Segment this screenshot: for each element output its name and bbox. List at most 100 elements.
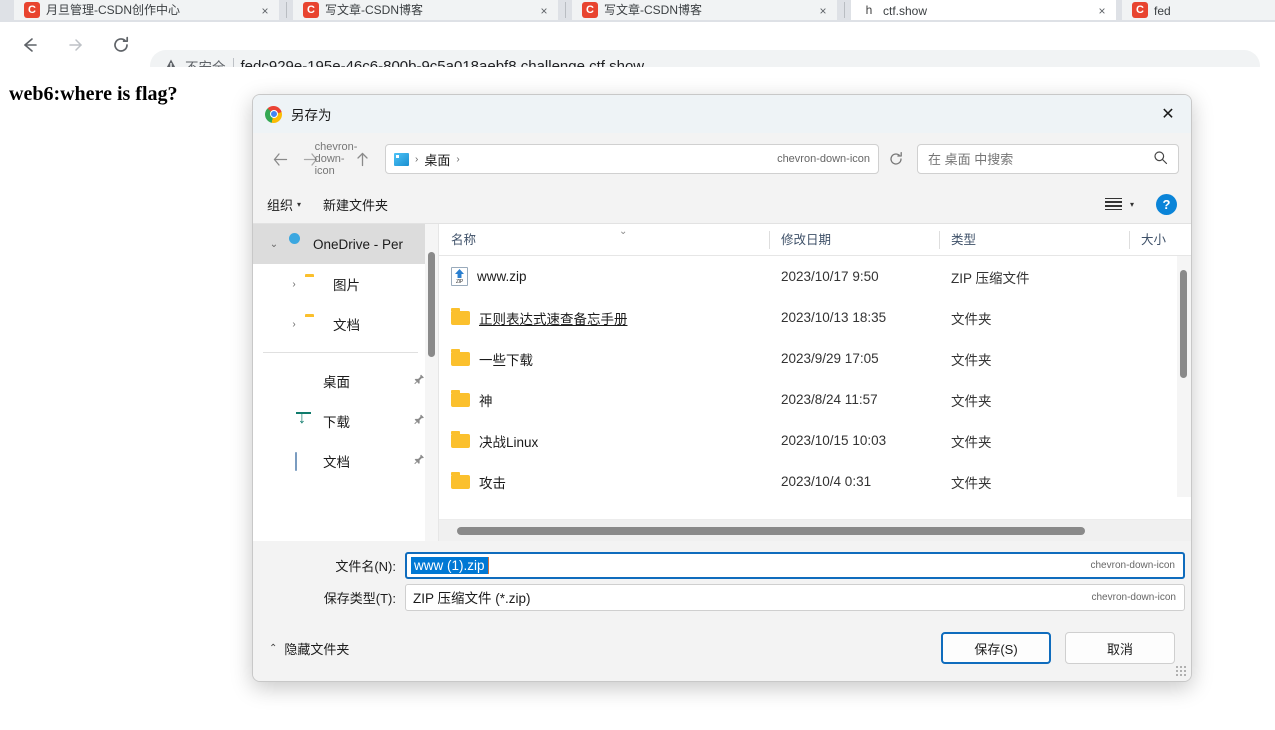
close-icon[interactable]: × <box>1096 4 1108 18</box>
file-name-cell[interactable]: 攻击 <box>439 471 769 492</box>
file-list-vertical-scrollbar[interactable] <box>1177 256 1191 497</box>
forward-button[interactable] <box>58 28 92 62</box>
sidebar-scrollbar-thumb[interactable] <box>428 252 435 357</box>
table-row[interactable]: 决战Linux 2023/10/15 10:03 文件夹 <box>439 420 1191 461</box>
organize-button[interactable]: 组织 ▾ <box>267 195 301 214</box>
table-row[interactable]: www.zip 2023/10/17 9:50 ZIP 压缩文件 <box>439 256 1191 297</box>
file-name-cell[interactable]: www.zip <box>439 267 769 286</box>
sidebar-item-partial[interactable] <box>253 481 438 521</box>
file-list-horizontal-scrollbar-thumb[interactable] <box>457 527 1085 535</box>
text-caret <box>487 556 490 574</box>
chevron-right-icon[interactable]: › <box>283 279 305 290</box>
search-input[interactable] <box>928 151 1153 167</box>
sidebar-item-pictures[interactable]: › 图片 <box>253 264 438 304</box>
csdn-favicon-icon <box>303 2 319 18</box>
browser-tab[interactable]: fed <box>1122 0 1275 20</box>
chevron-down-icon[interactable]: chevron-down-icon <box>1092 592 1177 603</box>
save-button[interactable]: 保存(S) <box>941 632 1051 664</box>
browser-tab[interactable]: 写文章-CSDN博客 × <box>293 0 558 20</box>
csdn-favicon-icon <box>1132 2 1148 18</box>
back-arrow-icon <box>24 37 37 52</box>
file-list-vertical-scrollbar-thumb[interactable] <box>1180 270 1187 378</box>
chevron-right-icon[interactable]: › <box>283 319 305 330</box>
close-icon[interactable]: × <box>538 4 550 18</box>
file-type: 文件夹 <box>951 434 992 450</box>
desktop-icon <box>295 493 317 509</box>
chevron-down-icon[interactable]: ▾ <box>1130 200 1134 209</box>
file-type: ZIP 压缩文件 <box>951 270 1030 286</box>
browser-tab[interactable]: 写文章-CSDN博客 × <box>572 0 837 20</box>
browser-tab-active[interactable]: ctf.show × <box>851 0 1116 20</box>
sidebar-item-documents-onedrive[interactable]: › 文档 <box>253 304 438 344</box>
help-button[interactable]: ? <box>1156 193 1177 215</box>
filename-row: 文件名(N): www (1).zip chevron-down-icon <box>253 551 1191 579</box>
file-name-cell[interactable]: 正则表达式速查备忘手册 <box>439 307 769 328</box>
chevron-down-icon[interactable]: chevron-down-icon <box>777 153 870 165</box>
reload-button[interactable] <box>104 28 138 62</box>
sidebar-item-documents[interactable]: 文档 <box>253 441 438 481</box>
tab-divider <box>286 2 287 18</box>
tab-divider <box>844 2 845 18</box>
table-row[interactable]: 攻击 2023/10/4 0:31 文件夹 <box>439 461 1191 502</box>
up-button[interactable] <box>347 144 377 174</box>
sidebar-divider <box>263 352 418 353</box>
file-list-body[interactable]: www.zip 2023/10/17 9:50 ZIP 压缩文件 正则表达式速查… <box>439 256 1191 519</box>
chevron-down-icon[interactable]: chevron-down-icon <box>1091 560 1176 571</box>
close-icon[interactable]: ✕ <box>1145 95 1191 133</box>
file-name: 决战Linux <box>479 434 539 450</box>
dialog-title-bar[interactable]: 另存为 ✕ <box>253 95 1191 133</box>
reload-icon <box>114 36 129 52</box>
organize-label: 组织 <box>267 197 294 213</box>
navigation-sidebar[interactable]: ⌄ OneDrive - Per › 图片 › 文档 桌面 下载 文档 <box>253 224 439 541</box>
file-name: www.zip <box>477 269 527 284</box>
dialog-title: 另存为 <box>291 108 332 123</box>
back-button[interactable] <box>265 144 295 174</box>
refresh-button[interactable] <box>879 144 913 174</box>
filename-field[interactable]: www (1).zip chevron-down-icon <box>405 551 1185 579</box>
table-row[interactable]: 神 2023/8/24 11:57 文件夹 <box>439 379 1191 420</box>
close-icon[interactable]: × <box>259 4 271 18</box>
column-header-size[interactable]: 大小 <box>1129 224 1191 255</box>
table-row[interactable]: 一些下载 2023/9/29 17:05 文件夹 <box>439 338 1191 379</box>
desktop-icon <box>295 373 317 389</box>
new-folder-button[interactable]: 新建文件夹 <box>323 195 388 214</box>
filetype-select[interactable]: ZIP 压缩文件 (*.zip) chevron-down-icon <box>405 583 1185 611</box>
file-list-horizontal-scrollbar[interactable] <box>439 519 1191 541</box>
recent-locations-button[interactable]: chevron-down-icon <box>315 141 358 177</box>
file-type: 文件夹 <box>951 352 992 368</box>
breadcrumb-path-bar[interactable]: › 桌面 › chevron-down-icon <box>385 144 879 174</box>
view-list-icon[interactable] <box>1104 197 1122 211</box>
hide-folders-button[interactable]: ⌃ 隐藏文件夹 <box>269 639 349 658</box>
cancel-button[interactable]: 取消 <box>1065 632 1175 664</box>
file-date: 2023/8/24 11:57 <box>781 392 878 407</box>
zip-file-icon <box>451 267 468 286</box>
back-button[interactable] <box>12 28 46 62</box>
resize-grip[interactable] <box>1176 666 1188 678</box>
file-name-cell[interactable]: 神 <box>439 389 769 410</box>
refresh-icon <box>890 151 902 165</box>
column-header-date[interactable]: 修改日期 <box>769 224 939 255</box>
browser-tab-strip[interactable]: 月旦管理-CSDN创作中心 × 写文章-CSDN博客 × 写文章-CSDN博客 … <box>0 0 1275 22</box>
hide-folders-label: 隐藏文件夹 <box>284 641 350 657</box>
filetype-value: ZIP 压缩文件 (*.zip) <box>413 591 531 606</box>
search-icon[interactable] <box>1153 150 1168 168</box>
dialog-command-bar: 组织 ▾ 新建文件夹 ▾ ? <box>253 185 1191 223</box>
search-box[interactable] <box>917 144 1179 174</box>
breadcrumb-segment[interactable]: 桌面 <box>424 150 450 169</box>
sidebar-item-desktop[interactable]: 桌面 <box>253 361 438 401</box>
browser-tab-title: 月旦管理-CSDN创作中心 <box>46 3 180 17</box>
file-type: 文件夹 <box>951 311 992 327</box>
column-header-type[interactable]: 类型 <box>939 224 1129 255</box>
file-list-header: 名称 修改日期 类型 大小 ⌄ <box>439 224 1191 256</box>
file-name-cell[interactable]: 决战Linux <box>439 430 769 451</box>
sidebar-item-onedrive[interactable]: ⌄ OneDrive - Per <box>253 224 438 264</box>
file-name: 正则表达式速查备忘手册 <box>479 311 628 327</box>
browser-tab[interactable]: 月旦管理-CSDN创作中心 × <box>14 0 279 20</box>
column-header-name[interactable]: 名称 <box>439 224 769 255</box>
table-row[interactable]: 正则表达式速查备忘手册 2023/10/13 18:35 文件夹 <box>439 297 1191 338</box>
file-name-cell[interactable]: 一些下载 <box>439 348 769 369</box>
sidebar-scrollbar[interactable] <box>425 224 438 541</box>
close-icon[interactable]: × <box>817 4 829 18</box>
sidebar-item-downloads[interactable]: 下载 <box>253 401 438 441</box>
chevron-down-icon[interactable]: ⌄ <box>263 239 285 250</box>
